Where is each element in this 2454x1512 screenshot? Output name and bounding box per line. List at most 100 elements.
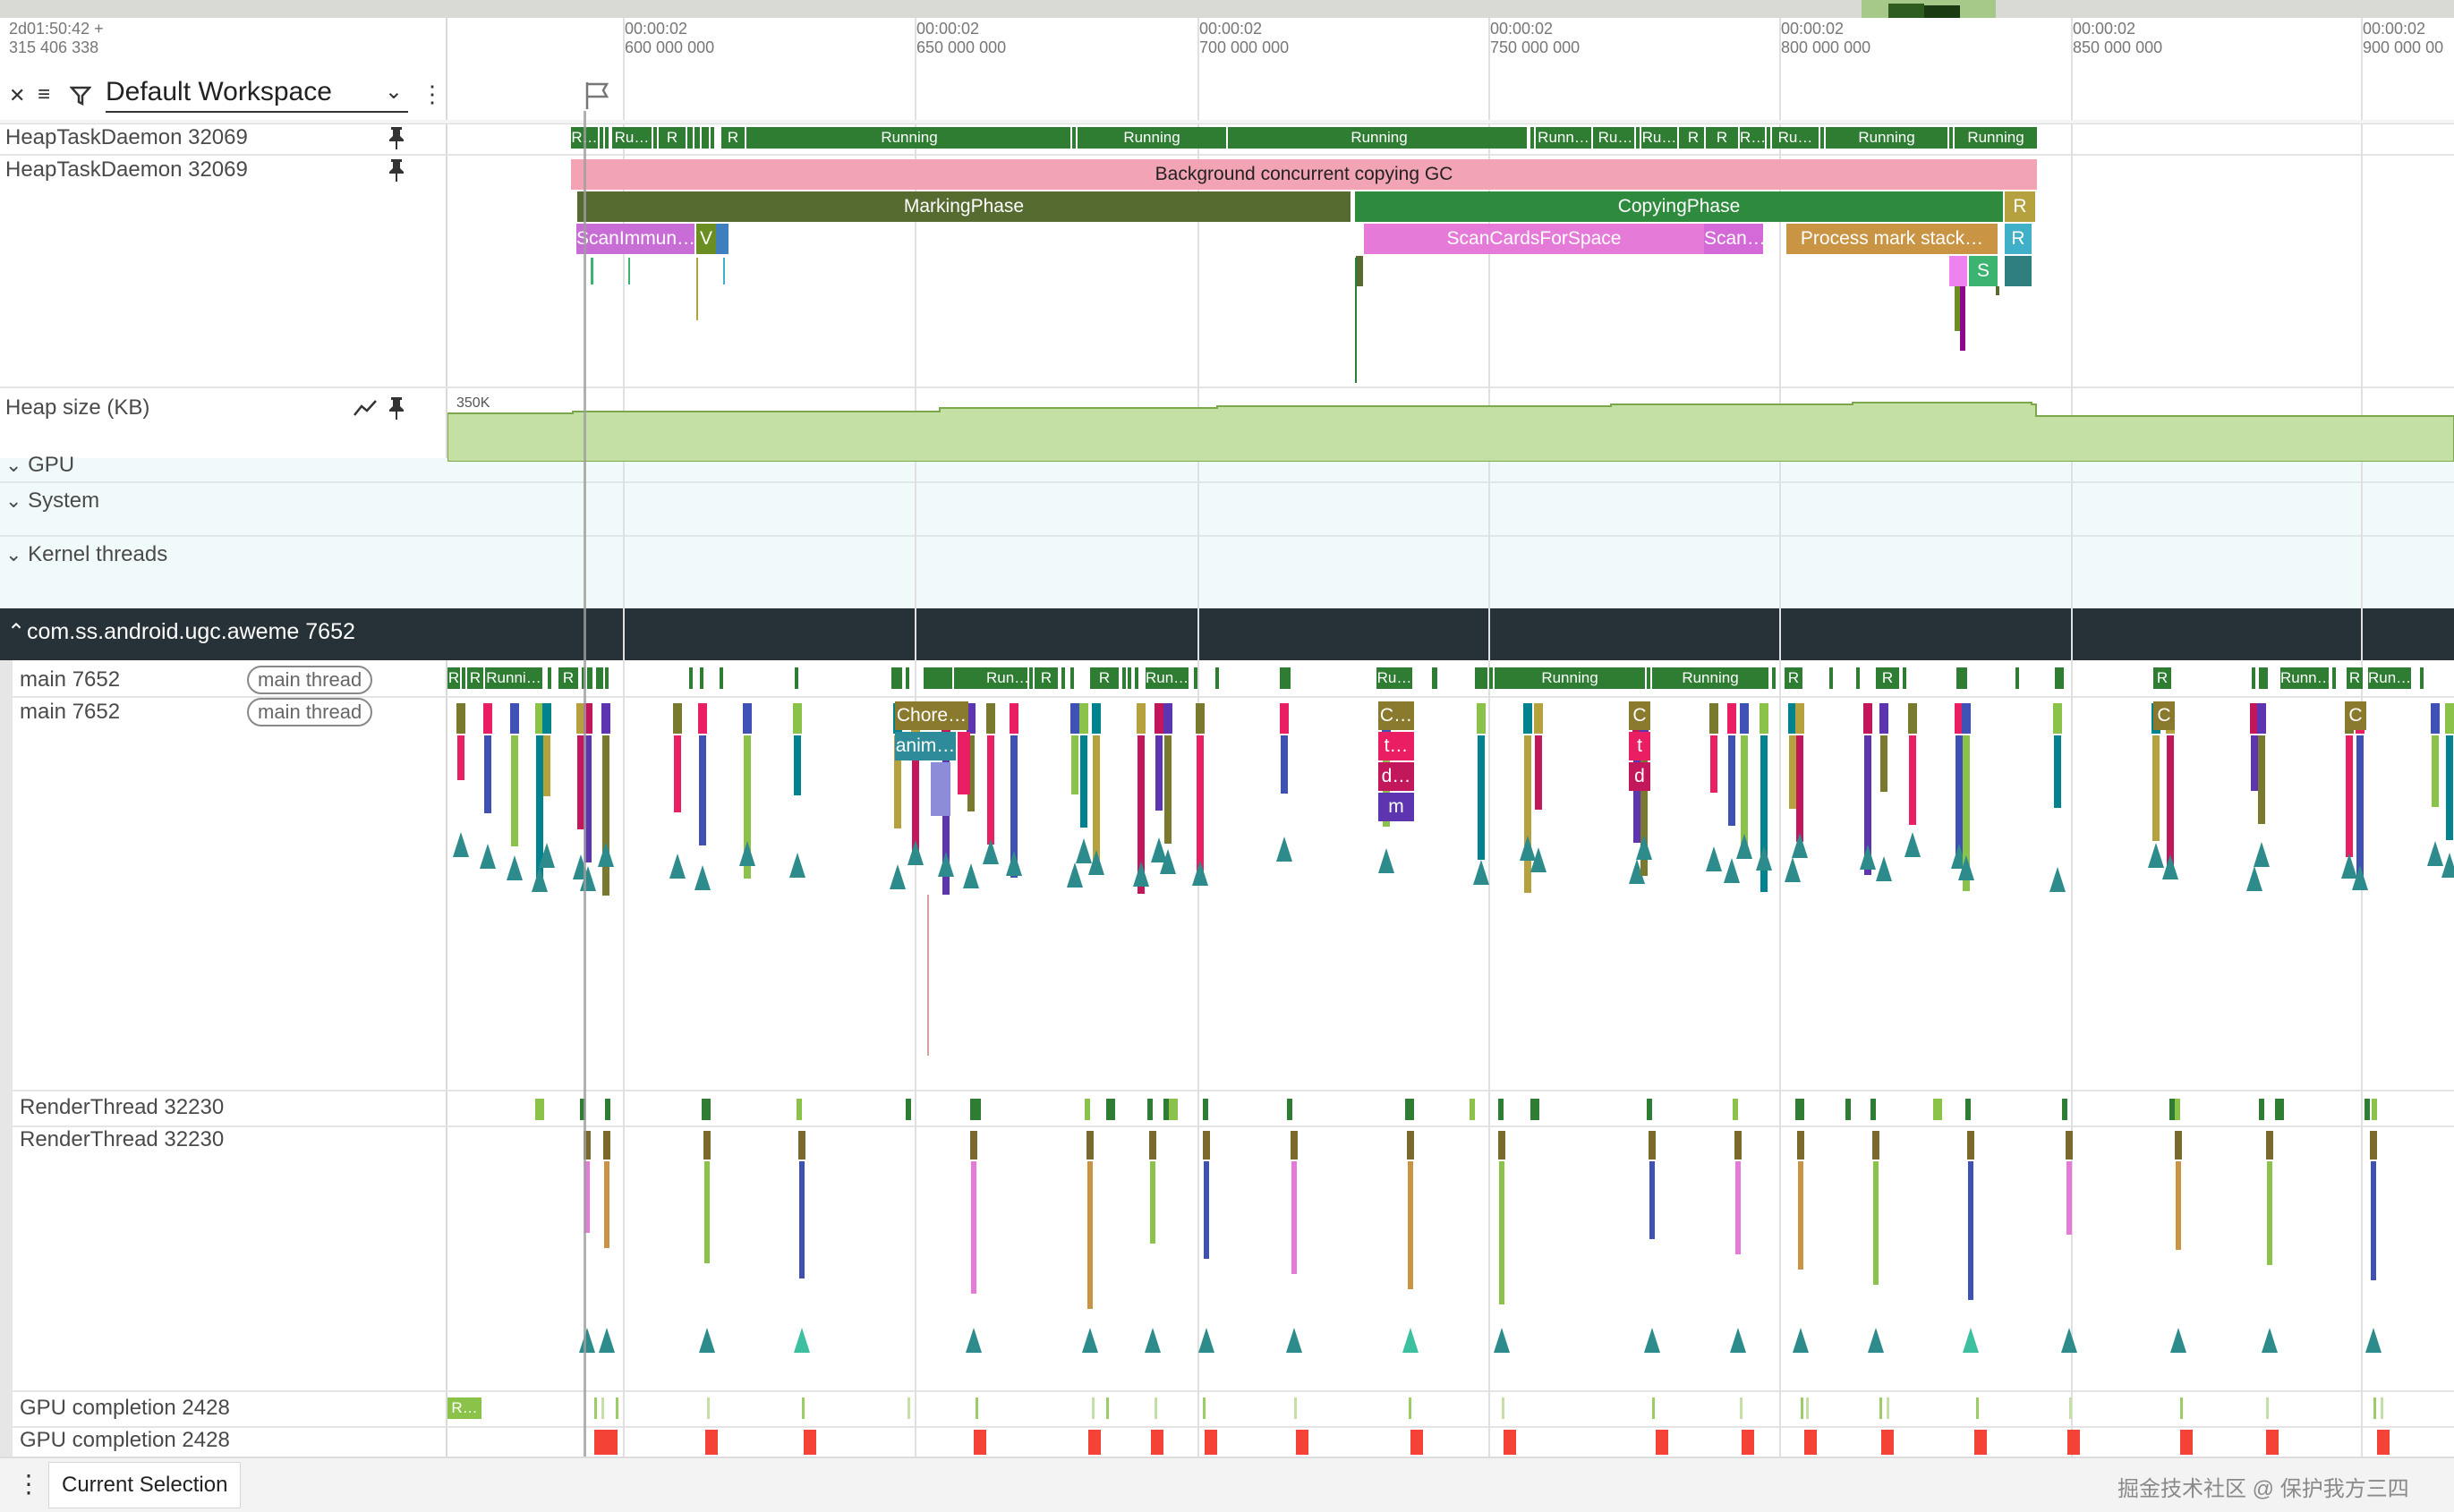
render-state[interactable] — [1870, 1099, 1876, 1120]
flow-arrow-icon[interactable] — [1402, 1328, 1419, 1353]
render-slice[interactable] — [2066, 1131, 2073, 1159]
main-slice-depth[interactable] — [2346, 735, 2353, 857]
gpu-slice[interactable] — [605, 1430, 618, 1455]
main-slice[interactable] — [1477, 703, 1486, 734]
gpu-state[interactable] — [2266, 1397, 2269, 1419]
render-slice[interactable] — [1797, 1131, 1804, 1159]
render-slice-depth[interactable] — [1204, 1161, 1209, 1259]
slice-copying-phase[interactable]: CopyingPhase — [1355, 191, 2003, 222]
main-slice-depth[interactable] — [2152, 735, 2160, 841]
tab-current-selection[interactable]: Current Selection — [48, 1462, 242, 1508]
state-running[interactable]: R — [1709, 127, 1734, 149]
render-slice-depth[interactable] — [2176, 1161, 2181, 1250]
flow-arrow-icon[interactable] — [669, 854, 686, 879]
more-vert-icon[interactable]: ⋮ — [421, 81, 444, 108]
main-slice-depth[interactable] — [484, 735, 491, 813]
main-slice-depth[interactable] — [1164, 735, 1172, 844]
state-running[interactable] — [600, 127, 603, 149]
state-running[interactable] — [1489, 667, 1493, 689]
slice-scan-cards[interactable]: ScanCardsForSpace — [1364, 224, 1704, 254]
state-running[interactable] — [1194, 667, 1197, 689]
main-slice[interactable] — [1760, 703, 1768, 734]
state-running[interactable]: Ru… — [1641, 127, 1677, 149]
render-state[interactable] — [1405, 1099, 1414, 1120]
flow-arrow-icon[interactable] — [966, 1328, 982, 1353]
flow-arrow-icon[interactable] — [598, 842, 614, 867]
slice-d[interactable]: d… — [1378, 762, 1414, 791]
slice-t[interactable]: t… — [1378, 732, 1414, 760]
flow-arrow-icon[interactable] — [2061, 1328, 2077, 1353]
main-slice[interactable] — [1727, 703, 1736, 734]
main-slice-depth[interactable] — [794, 735, 801, 795]
state-running[interactable] — [795, 667, 798, 689]
main-slice-depth[interactable] — [2258, 735, 2265, 824]
flow-arrow-icon[interactable] — [1473, 860, 1489, 885]
render-state[interactable] — [976, 1099, 981, 1120]
state-running[interactable] — [1061, 667, 1065, 689]
flag-icon[interactable] — [582, 81, 612, 111]
cursor-line[interactable] — [584, 111, 586, 1457]
slice-r[interactable]: R — [2005, 224, 2032, 254]
filter-icon[interactable] — [70, 86, 91, 106]
state-running[interactable]: R — [659, 127, 686, 149]
render-slice-depth[interactable] — [1968, 1161, 1973, 1300]
flow-arrow-icon[interactable] — [2246, 866, 2262, 891]
state-running[interactable]: R — [1683, 127, 1704, 149]
render-state[interactable] — [2259, 1099, 2264, 1120]
state-running[interactable] — [605, 667, 609, 689]
state-running[interactable] — [2332, 667, 2336, 689]
main-slice[interactable] — [1280, 703, 1289, 734]
gpu-state[interactable] — [707, 1397, 710, 1419]
render-state[interactable] — [1169, 1099, 1178, 1120]
slice-c[interactable]: C… — [1378, 701, 1414, 730]
flow-arrow-icon[interactable] — [579, 1328, 595, 1353]
gpu-state[interactable] — [1502, 1397, 1504, 1419]
main-slice-depth[interactable] — [1281, 735, 1288, 794]
state-running[interactable] — [906, 667, 909, 689]
main-slice[interactable] — [1523, 703, 1532, 734]
gpu-state[interactable] — [1106, 1397, 1109, 1419]
main-slice[interactable] — [1137, 703, 1146, 734]
main-slice[interactable] — [2257, 703, 2266, 734]
track-label-gpu-completion-2[interactable]: GPU completion 2428 — [20, 1428, 230, 1453]
render-slice-depth[interactable] — [604, 1161, 609, 1248]
gpu-slice[interactable] — [1974, 1430, 1987, 1455]
gpu-slice[interactable] — [2266, 1430, 2279, 1455]
state-running[interactable]: Ru… — [1597, 127, 1634, 149]
gpu-state[interactable] — [1976, 1397, 1979, 1419]
state-running[interactable]: R — [1090, 667, 1119, 689]
group-gpu[interactable]: ⌄ GPU — [5, 453, 74, 476]
main-slice[interactable] — [793, 703, 802, 734]
render-slice-depth[interactable] — [2371, 1161, 2376, 1280]
render-slice[interactable] — [2175, 1131, 2182, 1159]
render-state[interactable] — [605, 1099, 610, 1120]
gpu-slice[interactable] — [1151, 1430, 1163, 1455]
main-slice[interactable] — [1163, 703, 1172, 734]
render-state[interactable] — [797, 1099, 802, 1120]
state-running[interactable] — [2420, 667, 2424, 689]
gpu-slice[interactable] — [1881, 1430, 1894, 1455]
render-slice-depth[interactable] — [1150, 1161, 1155, 1244]
state-running[interactable] — [653, 127, 657, 149]
state-running[interactable] — [548, 667, 551, 689]
flow-arrow-icon[interactable] — [1706, 846, 1722, 871]
state-running[interactable] — [1280, 667, 1291, 689]
gpu-state[interactable] — [1203, 1397, 1206, 1419]
flow-arrow-icon[interactable] — [1530, 847, 1547, 872]
state-running[interactable]: Running — [748, 127, 1070, 149]
pin-icon[interactable] — [388, 157, 405, 183]
state-running[interactable]: R — [1035, 667, 1058, 689]
flow-arrow-icon[interactable] — [983, 839, 999, 864]
gpu-slice[interactable] — [2180, 1430, 2193, 1455]
render-slice[interactable] — [1872, 1131, 1879, 1159]
flow-arrow-icon[interactable] — [1636, 835, 1652, 860]
gpu-slice[interactable] — [705, 1430, 718, 1455]
state-running[interactable] — [1772, 667, 1776, 689]
main-slice[interactable] — [1709, 703, 1718, 734]
render-slice-depth[interactable] — [2066, 1161, 2072, 1235]
flow-arrow-icon[interactable] — [963, 863, 979, 888]
state-running[interactable] — [1820, 127, 1824, 149]
track-label-heap-daemon-1[interactable]: HeapTaskDaemon 32069 — [5, 125, 248, 150]
state-running[interactable] — [1636, 127, 1640, 149]
state-running[interactable]: Running — [1495, 667, 1645, 689]
